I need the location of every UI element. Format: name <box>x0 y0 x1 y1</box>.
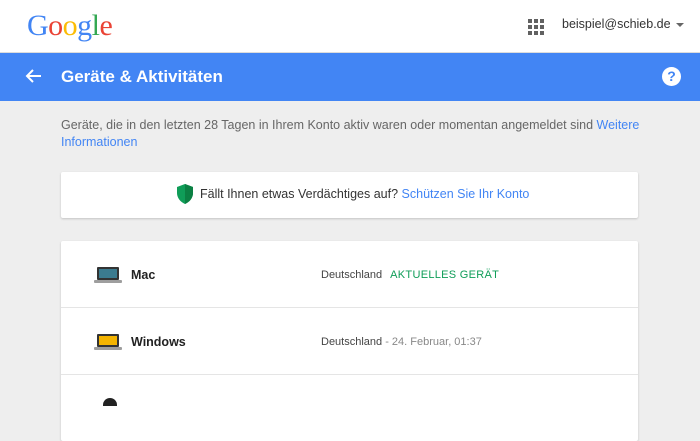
suspicious-activity-card: Fällt Ihnen etwas Verdächtiges auf? Schü… <box>61 172 638 218</box>
device-name: Mac <box>131 268 156 282</box>
device-location: Deutschland AKTUELLES GERÄT <box>321 269 499 281</box>
device-row-windows[interactable]: Windows Deutschland - 24. Februar, 01:37 <box>61 308 638 375</box>
help-icon[interactable]: ? <box>662 67 681 86</box>
device-row-mac[interactable]: Mac Deutschland AKTUELLES GERÄT <box>61 241 638 308</box>
alert-question: Fällt Ihnen etwas Verdächtiges auf? <box>200 187 399 201</box>
account-email: beispiel@schieb.de <box>562 17 671 31</box>
intro-text: Geräte, die in den letzten 28 Tagen in I… <box>61 117 646 151</box>
account-menu[interactable]: beispiel@schieb.de <box>562 17 684 31</box>
device-name: Windows <box>131 335 186 349</box>
last-active-time: - 24. Februar, 01:37 <box>382 336 482 348</box>
alert-message: Fällt Ihnen etwas Verdächtiges auf? Schü… <box>200 187 529 201</box>
shield-icon <box>177 184 193 204</box>
device-country: Deutschland <box>321 336 383 348</box>
device-location: Deutschland - 24. Februar, 01:37 <box>321 336 482 348</box>
top-bar: Google beispiel@schieb.de <box>0 0 700 53</box>
device-country: Deutschland <box>321 269 383 281</box>
secure-account-link[interactable]: Schützen Sie Ihr Konto <box>402 187 530 201</box>
apps-grid-icon[interactable] <box>528 19 544 35</box>
current-device-badge: AKTUELLES GERÄT <box>390 269 500 281</box>
page-title: Geräte & Aktivitäten <box>61 67 223 86</box>
back-arrow-icon[interactable] <box>24 66 44 86</box>
intro-description: Geräte, die in den letzten 28 Tagen in I… <box>61 118 594 132</box>
devices-list: Mac Deutschland AKTUELLES GERÄT Windows D… <box>61 241 638 441</box>
title-bar: Geräte & Aktivitäten ? <box>0 53 700 101</box>
laptop-icon <box>94 334 122 350</box>
google-logo[interactable]: Google <box>27 9 113 43</box>
phone-icon <box>103 398 117 406</box>
laptop-icon <box>94 267 122 283</box>
dropdown-caret-icon <box>675 22 684 27</box>
